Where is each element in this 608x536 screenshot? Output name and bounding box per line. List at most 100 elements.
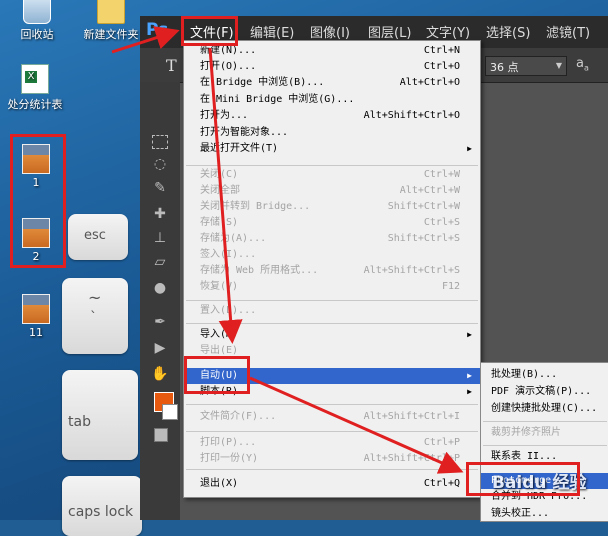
lasso-tool-icon[interactable]: ◌ <box>149 156 171 176</box>
pen-tool-icon[interactable]: ✒ <box>149 314 171 334</box>
excel-file-icon[interactable]: 处分统计表 <box>0 64 70 112</box>
menu-item-shortcut: Ctrl+N <box>423 45 460 56</box>
menu-item-label: 打印(P)... <box>200 437 257 448</box>
chevron-down-icon[interactable]: ▼ <box>556 61 562 70</box>
recycle-bin-icon[interactable]: 回收站 <box>2 0 72 42</box>
file-menu-item[interactable]: 打开(O)... Ctrl+O <box>184 59 480 75</box>
menu-item-label: 关闭并转到 Bridge... <box>200 201 311 212</box>
recycle-bin-label: 回收站 <box>20 28 54 41</box>
tab-key: tab <box>62 370 138 460</box>
submenu-item-label: 批处理(B)... <box>491 369 558 380</box>
annotation-box-files <box>10 134 66 268</box>
menu-item-shortcut: Ctrl+S <box>423 217 460 228</box>
menu-separator <box>483 445 607 446</box>
folder-image <box>97 0 125 24</box>
automate-submenu-item[interactable]: 创建快捷批处理(C)... <box>481 401 608 417</box>
tilde-key: ~ ` <box>62 278 128 354</box>
file-menu-item[interactable]: 最近打开文件(T) ▶ <box>184 141 480 157</box>
automate-submenu-item[interactable]: 批处理(B)... <box>481 367 608 383</box>
psd-file-11-icon[interactable]: 11 <box>1 294 71 339</box>
automate-submenu: 批处理(B)... PDF 演示文稿(P)... 创建快捷批处理(C)... 裁剪并修… <box>480 362 608 522</box>
psd-image <box>22 294 50 324</box>
menu-item-shortcut: Ctrl+W <box>423 169 460 180</box>
menu-item-shortcut: F12 <box>441 281 460 292</box>
menu-item-label: 在 Mini Bridge 中浏览(G)... <box>200 94 355 105</box>
menu-item-shortcut: Alt+Shift+Ctrl+S <box>363 265 460 276</box>
font-size-field[interactable]: 36 点 ▼ <box>485 56 567 76</box>
automate-submenu-item[interactable]: PDF 演示文稿(P)... <box>481 384 608 400</box>
file-menu-item[interactable]: 关闭全部 Alt+Ctrl+W <box>184 183 480 199</box>
menu-item-label: 存储为 Web 所用格式... <box>200 265 319 276</box>
stamp-tool-icon[interactable]: ⊥ <box>149 230 171 250</box>
menu-separator <box>186 431 478 432</box>
submenu-arrow-icon: ▶ <box>467 371 472 380</box>
healing-tool-icon[interactable]: ✚ <box>149 206 171 226</box>
menu-separator <box>186 469 478 470</box>
file-menu-item[interactable]: 在 Mini Bridge 中浏览(G)... <box>184 92 480 108</box>
caps-lock-label: caps lock <box>68 504 134 520</box>
file-menu-item[interactable]: 存储为(A)... Shift+Ctrl+S <box>184 231 480 247</box>
caps-lock-key: caps lock <box>62 476 142 536</box>
file-menu-item[interactable]: 打印一份(Y) Alt+Shift+Ctrl+P <box>184 451 480 467</box>
file-menu-item[interactable]: 打开为... Alt+Shift+Ctrl+O <box>184 108 480 124</box>
annotation-box-automate <box>184 356 250 394</box>
menu-item-label: 关闭全部 <box>200 185 240 196</box>
menu-item-shortcut: Shift+Ctrl+S <box>387 233 460 244</box>
font-size-value: 36 点 <box>490 61 519 74</box>
eraser-tool-icon[interactable]: ▱ <box>149 254 171 274</box>
file-menu-item[interactable]: 置入(L)... <box>184 303 480 319</box>
menu-item-shortcut: Shift+Ctrl+W <box>387 201 460 212</box>
submenu-arrow-icon: ▶ <box>467 387 472 396</box>
file-menu-item[interactable]: 关闭(C) Ctrl+W <box>184 167 480 183</box>
file-menu-item[interactable]: 在 Bridge 中浏览(B)... Alt+Ctrl+O <box>184 75 480 91</box>
tab-key-label: tab <box>68 414 91 430</box>
menu-item-shortcut: Alt+Shift+Ctrl+I <box>363 411 460 422</box>
marquee-tool-icon[interactable] <box>149 132 171 152</box>
menu-item-label: 最近打开文件(T) <box>200 143 279 154</box>
file-menu-item[interactable]: 关闭并转到 Bridge... Shift+Ctrl+W <box>184 199 480 215</box>
menu-item-label: 打开为... <box>200 110 249 121</box>
new-folder-label: 新建文件夹 <box>83 28 139 41</box>
file-menu-item[interactable]: 存储(S) Ctrl+S <box>184 215 480 231</box>
file-menu-item[interactable]: 打印(P)... Ctrl+P <box>184 435 480 451</box>
file-menu-item[interactable]: 签入(I)... <box>184 247 480 263</box>
quick-mask-icon[interactable] <box>154 428 168 442</box>
anti-alias-icon[interactable]: aa <box>576 56 589 73</box>
menu-item-label: 置入(L)... <box>200 305 257 316</box>
file-menu-item[interactable]: 打开为智能对象... <box>184 125 480 141</box>
esc-key: esc <box>68 214 128 260</box>
menu-item-label: 打开(O)... <box>200 61 257 72</box>
menu-image[interactable]: 图像(I) <box>310 22 350 41</box>
menu-type[interactable]: 文字(Y) <box>426 22 470 41</box>
file-menu-item[interactable]: 恢复(V) F12 <box>184 279 480 295</box>
menu-item-shortcut: Alt+Ctrl+O <box>399 77 460 88</box>
automate-submenu-item[interactable]: 裁剪并修齐照片 <box>481 425 608 441</box>
excel-file-label: 处分统计表 <box>7 98 63 111</box>
menu-item-label: 退出(X) <box>200 478 239 489</box>
file-menu-item[interactable]: 文件简介(F)... Alt+Shift+Ctrl+I <box>184 409 480 425</box>
brush-tool-icon[interactable]: ✎ <box>149 180 171 200</box>
submenu-arrow-icon: ▶ <box>467 144 472 153</box>
menu-layer[interactable]: 图层(L) <box>368 22 411 41</box>
blur-tool-icon[interactable]: ● <box>149 280 171 300</box>
menu-filter[interactable]: 滤镜(T) <box>546 22 590 41</box>
recycle-bin-image <box>23 0 51 24</box>
menu-item-shortcut: Ctrl+Q <box>423 478 460 489</box>
menu-separator <box>186 300 478 301</box>
background-color-swatch[interactable] <box>162 404 178 420</box>
type-tool-icon[interactable]: T <box>166 56 177 75</box>
menu-item-shortcut: Alt+Shift+Ctrl+P <box>363 453 460 464</box>
menu-separator <box>186 165 478 166</box>
file-menu-item[interactable]: 存储为 Web 所用格式... Alt+Shift+Ctrl+S <box>184 263 480 279</box>
menu-item-label: 签入(I)... <box>200 249 257 260</box>
file-menu: 新建(N)... Ctrl+N 打开(O)... Ctrl+O 在 Bridge 中浏览… <box>183 40 481 498</box>
menu-item-label: 文件简介(F)... <box>200 411 277 422</box>
file-menu-item[interactable]: 导入(M) ▶ <box>184 327 480 343</box>
menu-edit[interactable]: 编辑(E) <box>250 22 294 41</box>
menu-select[interactable]: 选择(S) <box>486 22 530 41</box>
new-folder-icon[interactable]: 新建文件夹 <box>76 0 146 42</box>
hand-tool-icon[interactable]: ✋ <box>149 366 171 386</box>
menu-separator <box>483 421 607 422</box>
path-select-tool-icon[interactable]: ▶ <box>149 340 171 360</box>
file-menu-item[interactable]: 退出(X) Ctrl+Q <box>184 476 480 492</box>
